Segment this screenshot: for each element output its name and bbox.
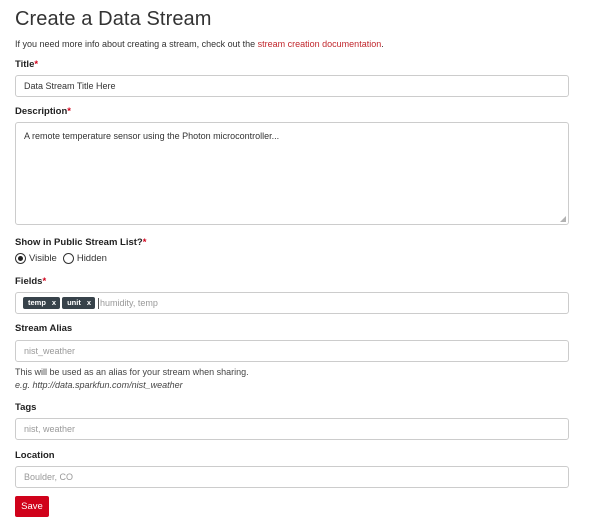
resize-handle-icon[interactable] [560,216,566,222]
tags-label: Tags [15,402,37,413]
save-button[interactable]: Save [15,496,49,517]
radio-checked-icon[interactable] [15,253,26,264]
alias-label: Stream Alias [15,323,73,334]
title-input[interactable]: Data Stream Title Here [15,75,569,97]
documentation-link[interactable]: stream creation documentation [258,39,382,49]
fields-placeholder: humidity, temp [100,298,158,308]
intro-text: If you need more info about creating a s… [15,39,384,49]
field-chip-unit: unit x [62,297,96,309]
description-textarea[interactable]: A remote temperature sensor using the Ph… [15,122,569,225]
visibility-label: Show in Public Stream List?* [15,237,147,248]
radio-visible[interactable]: Visible [15,253,57,264]
field-chip-temp: temp x [23,297,61,309]
description-label: Description* [15,106,71,117]
location-input[interactable]: Boulder, CO [15,466,569,488]
title-label: Title* [15,59,39,70]
alias-help: This will be used as an alias for your s… [15,367,249,390]
alias-example: e.g. http://data.sparkfun.com/nist_weath… [15,380,183,390]
tags-input[interactable]: nist, weather [15,418,569,440]
alias-input[interactable]: nist_weather [15,340,569,362]
page-title: Create a Data Stream [15,8,212,30]
location-label: Location [15,450,55,461]
remove-chip-icon[interactable]: x [52,297,56,309]
radio-unchecked-icon[interactable] [62,253,74,264]
remove-chip-icon[interactable]: x [87,297,91,309]
text-caret [98,297,100,309]
fields-label: Fields* [15,276,47,287]
visibility-radio-group: Visible Hidden [15,253,113,264]
fields-tag-input[interactable]: temp x unit x humidity, temp [15,292,569,314]
radio-hidden[interactable]: Hidden [62,253,107,264]
